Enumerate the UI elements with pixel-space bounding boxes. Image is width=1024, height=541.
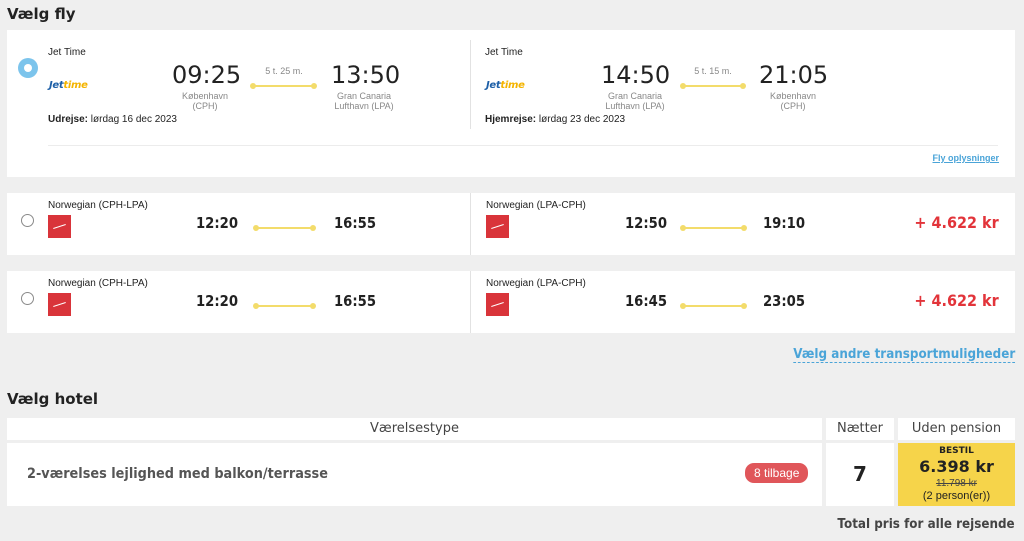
- flights-section-title: Vælg fly: [7, 5, 76, 23]
- selected-flight-card[interactable]: Jet Time Jettime 09:25 København (CPH) 5…: [7, 30, 1015, 177]
- old-price: 11.798 kr: [936, 478, 977, 489]
- outbound-arrive-code: Lufthavn (LPA): [334, 101, 394, 111]
- alt2-outbound-track: [253, 303, 316, 309]
- return-airline-name: Jet Time: [485, 47, 523, 58]
- order-button[interactable]: BESTIL 6.398 kr 11.798 kr (2 person(er)): [898, 443, 1015, 506]
- alt1-return-arrive: 19:10: [763, 214, 806, 232]
- alt2-price-diff: + 4.622 kr: [914, 291, 999, 310]
- return-depart-place: Gran Canaria Lufthavn (LPA): [590, 91, 680, 111]
- return-date: Hjemrejse: lørdag 23 dec 2023: [485, 114, 626, 125]
- outbound-arrive-city: Gran Canaria: [336, 91, 392, 101]
- total-price-label: Total pris for alle rejsende: [837, 517, 1015, 532]
- alt1-outbound-airline: Norwegian (CPH-LPA): [48, 200, 148, 211]
- nights-count: 7: [853, 462, 867, 486]
- selected-flight-radio[interactable]: [18, 58, 38, 78]
- alt1-outbound-depart: 12:20: [196, 214, 239, 232]
- outbound-duration: 5 t. 25 m.: [265, 66, 303, 76]
- outbound-depart-time: 09:25: [172, 61, 242, 89]
- return-depart-city: Gran Canaria: [607, 91, 663, 101]
- outbound-arrive-place: Gran Canaria Lufthavn (LPA): [319, 91, 409, 111]
- norwegian-logo-icon: [486, 293, 509, 316]
- alt-flight-radio-1[interactable]: [21, 214, 34, 227]
- norwegian-logo-icon: [48, 293, 71, 316]
- outbound-date: Udrejse: lørdag 16 dec 2023: [48, 114, 177, 125]
- rooms-left-badge: 8 tilbage: [745, 463, 809, 483]
- return-flight-track: [680, 83, 746, 89]
- return-depart-code: Lufthavn (LPA): [605, 101, 665, 111]
- room-type-header: Værelsestype: [7, 418, 822, 440]
- alt1-outbound-arrive: 16:55: [334, 214, 377, 232]
- order-label: BESTIL: [939, 446, 974, 456]
- jettime-logo-icon: Jettime: [49, 80, 88, 91]
- alt2-return-depart: 16:45: [625, 292, 668, 310]
- hotel-section-title: Vælg hotel: [7, 390, 99, 408]
- alt1-outbound-track: [253, 225, 316, 231]
- alt-flight-card-2[interactable]: Norwegian (CPH-LPA) 12:20 16:55 Norwegia…: [7, 271, 1015, 333]
- return-arrive-place: København (CPH): [748, 91, 838, 111]
- alt1-return-track: [680, 225, 747, 231]
- return-arrive-city: København: [769, 91, 817, 101]
- persons-count: (2 person(er)): [922, 490, 991, 502]
- return-depart-time: 14:50: [601, 61, 671, 89]
- norwegian-logo-icon: [486, 215, 509, 238]
- alt1-price-diff: + 4.622 kr: [914, 213, 999, 232]
- outbound-airline-name: Jet Time: [48, 47, 86, 58]
- nights-header: Nætter: [826, 418, 894, 440]
- outbound-depart-code: (CPH): [192, 101, 218, 111]
- return-duration: 5 t. 15 m.: [694, 66, 732, 76]
- flight-divider: [470, 193, 471, 255]
- card-divider: [48, 145, 998, 146]
- alt2-return-track: [680, 303, 747, 309]
- order-price: 6.398 kr: [919, 457, 994, 476]
- jettime-logo-icon: Jettime: [486, 80, 525, 91]
- flight-info-link[interactable]: Fly oplysninger: [932, 153, 999, 163]
- room-name: 2-værelses lejlighed med balkon/terrasse: [27, 466, 328, 482]
- room-row: 2-værelses lejlighed med balkon/terrasse…: [7, 443, 822, 506]
- other-transport-link[interactable]: Vælg andre transportmuligheder: [793, 347, 1015, 363]
- outbound-flight-track: [250, 83, 317, 89]
- alt2-return-arrive: 23:05: [763, 292, 806, 310]
- alt2-outbound-depart: 12:20: [196, 292, 239, 310]
- outbound-depart-place: København (CPH): [160, 91, 250, 111]
- alt1-return-airline: Norwegian (LPA-CPH): [486, 200, 586, 211]
- flight-divider: [470, 40, 471, 129]
- norwegian-logo-icon: [48, 215, 71, 238]
- return-arrive-code: (CPH): [780, 101, 806, 111]
- alt1-return-depart: 12:50: [625, 214, 668, 232]
- nights-cell: 7: [826, 443, 894, 506]
- board-header: Uden pension: [898, 418, 1015, 440]
- return-arrive-time: 21:05: [759, 61, 829, 89]
- alt-flight-card-1[interactable]: Norwegian (CPH-LPA) 12:20 16:55 Norwegia…: [7, 193, 1015, 255]
- alt-flight-radio-2[interactable]: [21, 292, 34, 305]
- alt2-outbound-airline: Norwegian (CPH-LPA): [48, 278, 148, 289]
- outbound-depart-city: København: [181, 91, 229, 101]
- flight-divider: [470, 271, 471, 333]
- alt2-outbound-arrive: 16:55: [334, 292, 377, 310]
- outbound-arrive-time: 13:50: [331, 61, 401, 89]
- alt2-return-airline: Norwegian (LPA-CPH): [486, 278, 586, 289]
